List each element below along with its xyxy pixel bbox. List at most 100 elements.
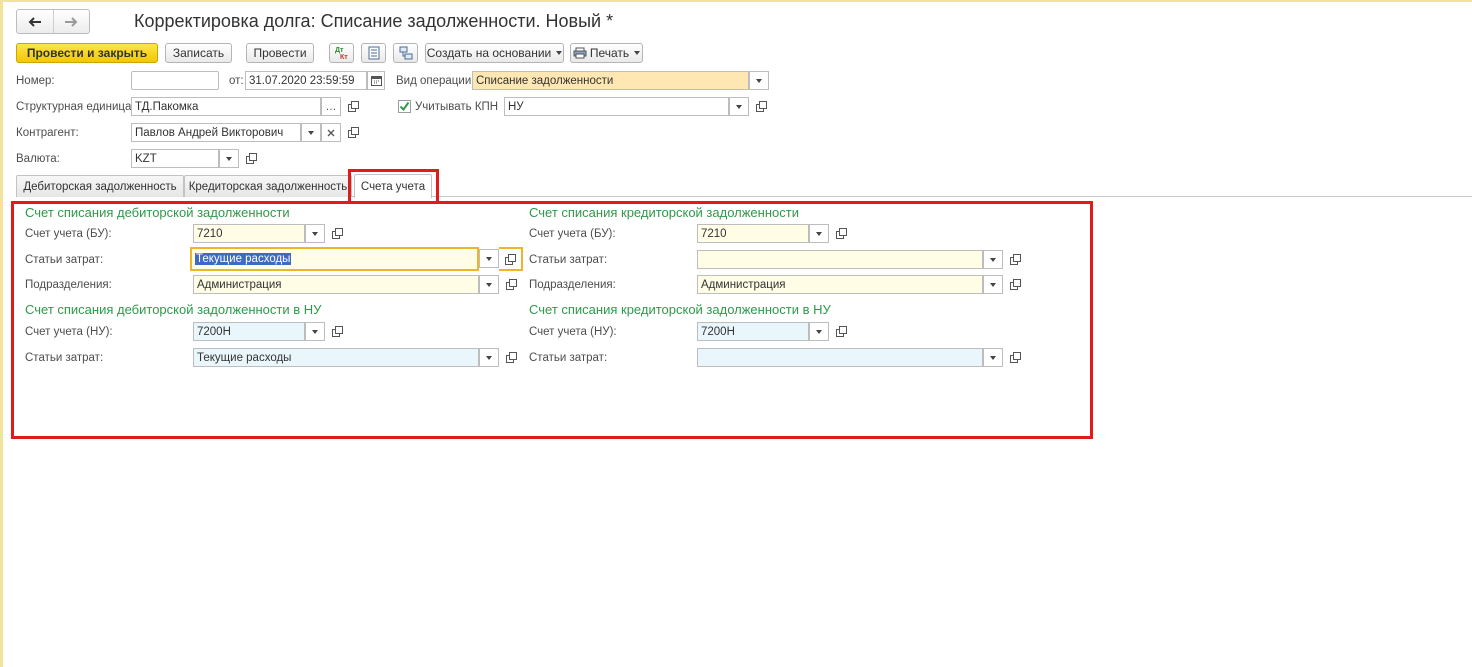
counterparty-clear-button[interactable] [321,123,341,142]
right-tax-expense-open-button[interactable] [1007,349,1024,366]
check-icon [399,101,410,112]
create-based-on-button[interactable]: Создать на основании [425,43,564,63]
left-tax-section-title: Счет списания дебиторской задолженности … [25,302,322,317]
date-field[interactable]: 31.07.2020 23:59:59 [245,71,367,90]
left-tax-expense-open-button[interactable] [503,349,520,366]
create-based-on-label: Создать на основании [426,46,552,60]
open-form-icon [348,127,359,138]
right-account-dropdown[interactable] [809,224,829,243]
right-division-dropdown[interactable] [983,275,1003,294]
left-account-open-button[interactable] [329,225,346,242]
right-expense-field[interactable] [697,250,983,269]
counterparty-label: Контрагент: [16,127,79,139]
operation-type-label: Вид операции: [396,75,475,87]
open-form-icon [348,101,359,112]
post-and-close-button[interactable]: Провести и закрыть [16,43,158,63]
kpn-field[interactable]: НУ [504,97,729,116]
left-tax-account-open-button[interactable] [329,323,346,340]
right-expense-open-button[interactable] [1007,251,1024,268]
open-form-icon [1010,352,1021,363]
calendar-button[interactable] [367,71,385,90]
right-account-field[interactable]: 7210 [697,224,809,243]
kt-text: Кт [340,54,348,61]
counterparty-dropdown[interactable] [301,123,321,142]
counterparty-field[interactable]: Павлов Андрей Викторович [131,123,301,142]
number-field[interactable] [131,71,219,90]
operation-type-field[interactable]: Списание задолженности [472,71,749,90]
kpn-open-button[interactable] [753,98,770,115]
right-tax-expense-label: Статьи затрат: [529,352,608,364]
left-tax-expense-dropdown[interactable] [479,348,499,367]
kpn-dropdown[interactable] [729,97,749,116]
print-button[interactable]: Печать [570,43,643,63]
structural-unit-label: Структурная единица: [16,101,135,113]
currency-dropdown[interactable] [219,149,239,168]
open-form-icon [246,153,257,164]
kpn-checkbox[interactable] [398,100,411,113]
forward-button[interactable] [52,10,90,33]
window-left-border [0,0,3,667]
navigation-group [16,9,90,34]
structure-button[interactable] [393,43,418,63]
right-tax-expense-field[interactable] [697,348,983,367]
left-expense-open-button[interactable] [499,247,523,271]
right-expense-label: Статьи затрат: [529,254,608,266]
left-division-open-button[interactable] [503,276,520,293]
tab-receivables[interactable]: Дебиторская задолженность [16,175,184,197]
left-account-field[interactable]: 7210 [193,224,305,243]
counterparty-open-button[interactable] [345,124,362,141]
open-form-icon [332,228,343,239]
post-button[interactable]: Провести [246,43,314,63]
open-form-icon [836,228,847,239]
currency-open-button[interactable] [243,150,260,167]
left-division-label: Подразделения: [25,279,112,291]
back-button[interactable] [17,10,53,33]
number-label: Номер: [16,75,55,87]
right-tax-account-open-button[interactable] [833,323,850,340]
right-division-label: Подразделения: [529,279,616,291]
right-tax-section-title: Счет списания кредиторской задолженности… [529,302,831,317]
left-expense-dropdown[interactable] [479,249,499,268]
date-label: от: [229,75,244,87]
operation-type-dropdown[interactable] [749,71,769,90]
currency-field[interactable]: KZT [131,149,219,168]
right-expense-dropdown[interactable] [983,250,1003,269]
right-account-open-button[interactable] [833,225,850,242]
clear-icon [327,129,335,136]
left-section-title: Счет списания дебиторской задолженности [25,205,290,220]
save-button[interactable]: Записать [165,43,232,63]
document-list-button[interactable] [361,43,386,63]
left-tax-account-dropdown[interactable] [305,322,325,341]
dt-kt-button[interactable]: Дт Кт [329,43,354,63]
right-tax-account-label: Счет учета (НУ): [529,326,617,338]
open-form-icon [506,279,517,290]
left-account-dropdown[interactable] [305,224,325,243]
right-tax-account-field[interactable]: 7200Н [697,322,809,341]
chevron-down-icon [556,51,563,55]
right-tax-account-dropdown[interactable] [809,322,829,341]
arrow-right-icon [65,16,78,27]
left-division-field[interactable]: Администрация [193,275,479,294]
left-expense-field[interactable]: Текущие расходы [190,247,479,271]
structural-unit-field[interactable]: ТД.Пакомка [131,97,321,116]
open-form-icon [756,101,767,112]
currency-label: Валюта: [16,153,60,165]
open-form-icon [836,326,847,337]
left-tax-account-field[interactable]: 7200Н [193,322,305,341]
structural-unit-select-button[interactable]: … [321,97,341,116]
structure-icon [399,46,412,60]
right-division-field[interactable]: Администрация [697,275,983,294]
left-expense-value: Текущие расходы [195,253,292,265]
left-division-dropdown[interactable] [479,275,499,294]
right-division-open-button[interactable] [1007,276,1024,293]
left-tax-expense-field[interactable]: Текущие расходы [193,348,479,367]
left-tax-expense-label: Статьи затрат: [25,352,104,364]
left-tax-account-label: Счет учета (НУ): [25,326,113,338]
tab-accounts[interactable]: Счета учета [354,174,432,198]
right-account-label: Счет учета (БУ): [529,228,616,240]
structural-unit-open-button[interactable] [345,98,362,115]
right-tax-expense-dropdown[interactable] [983,348,1003,367]
kpn-label: Учитывать КПН [415,101,499,113]
tab-payables[interactable]: Кредиторская задолженность [184,175,352,197]
document-list-icon [368,46,379,60]
